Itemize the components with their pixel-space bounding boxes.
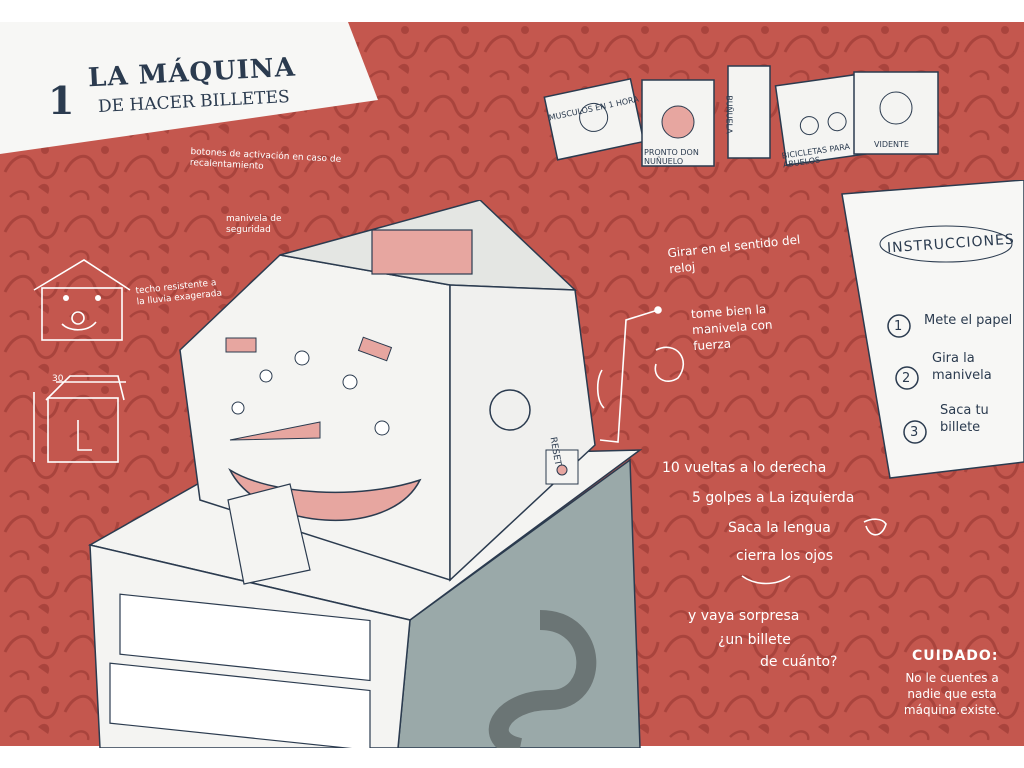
illustration: 1 LA MÁQUINA DE HACER BILLETES MUSCULOS … [0,0,1024,768]
poster-label: VIDENTE [874,140,909,149]
step-text: Saca tu billete [940,403,989,435]
ritual-line: de cuánto? [760,654,838,670]
chapter-number: 1 [48,78,75,123]
ritual-line: 10 vueltas a lo derecha [662,460,827,476]
grip-note: tome bien la manivela con fuerza [690,301,773,354]
instructions-card [841,180,1024,479]
step-text: Mete el papel [924,313,1013,328]
posters [543,65,939,167]
ritual-line: Saca la lengua [728,520,831,536]
ritual-line: 5 golpes a La izquierda [692,490,855,506]
money-machine [87,200,643,748]
ritual-line: ¿un billete [718,632,791,648]
step-text: Gira la manivela [932,351,992,383]
dimension-label: 30 [52,374,64,384]
ritual-line: cierra los ojos [736,548,834,564]
warning-heading: CUIDADO: [912,648,999,664]
step-number: 2 [902,371,911,386]
ritual-line: y vaya sorpresa [688,608,800,624]
tongue-icon [863,518,887,536]
step-number: 1 [894,319,903,334]
warning-text: No le cuentes a nadie que esta máquina e… [903,671,1001,717]
poster-label: BUÑUELA [724,95,734,134]
closed-eyes-icon [741,575,791,585]
step-number: 3 [910,425,919,440]
poster-label: PRONTO DON NUÑUELO [644,148,699,166]
crank-diagram [596,306,684,443]
